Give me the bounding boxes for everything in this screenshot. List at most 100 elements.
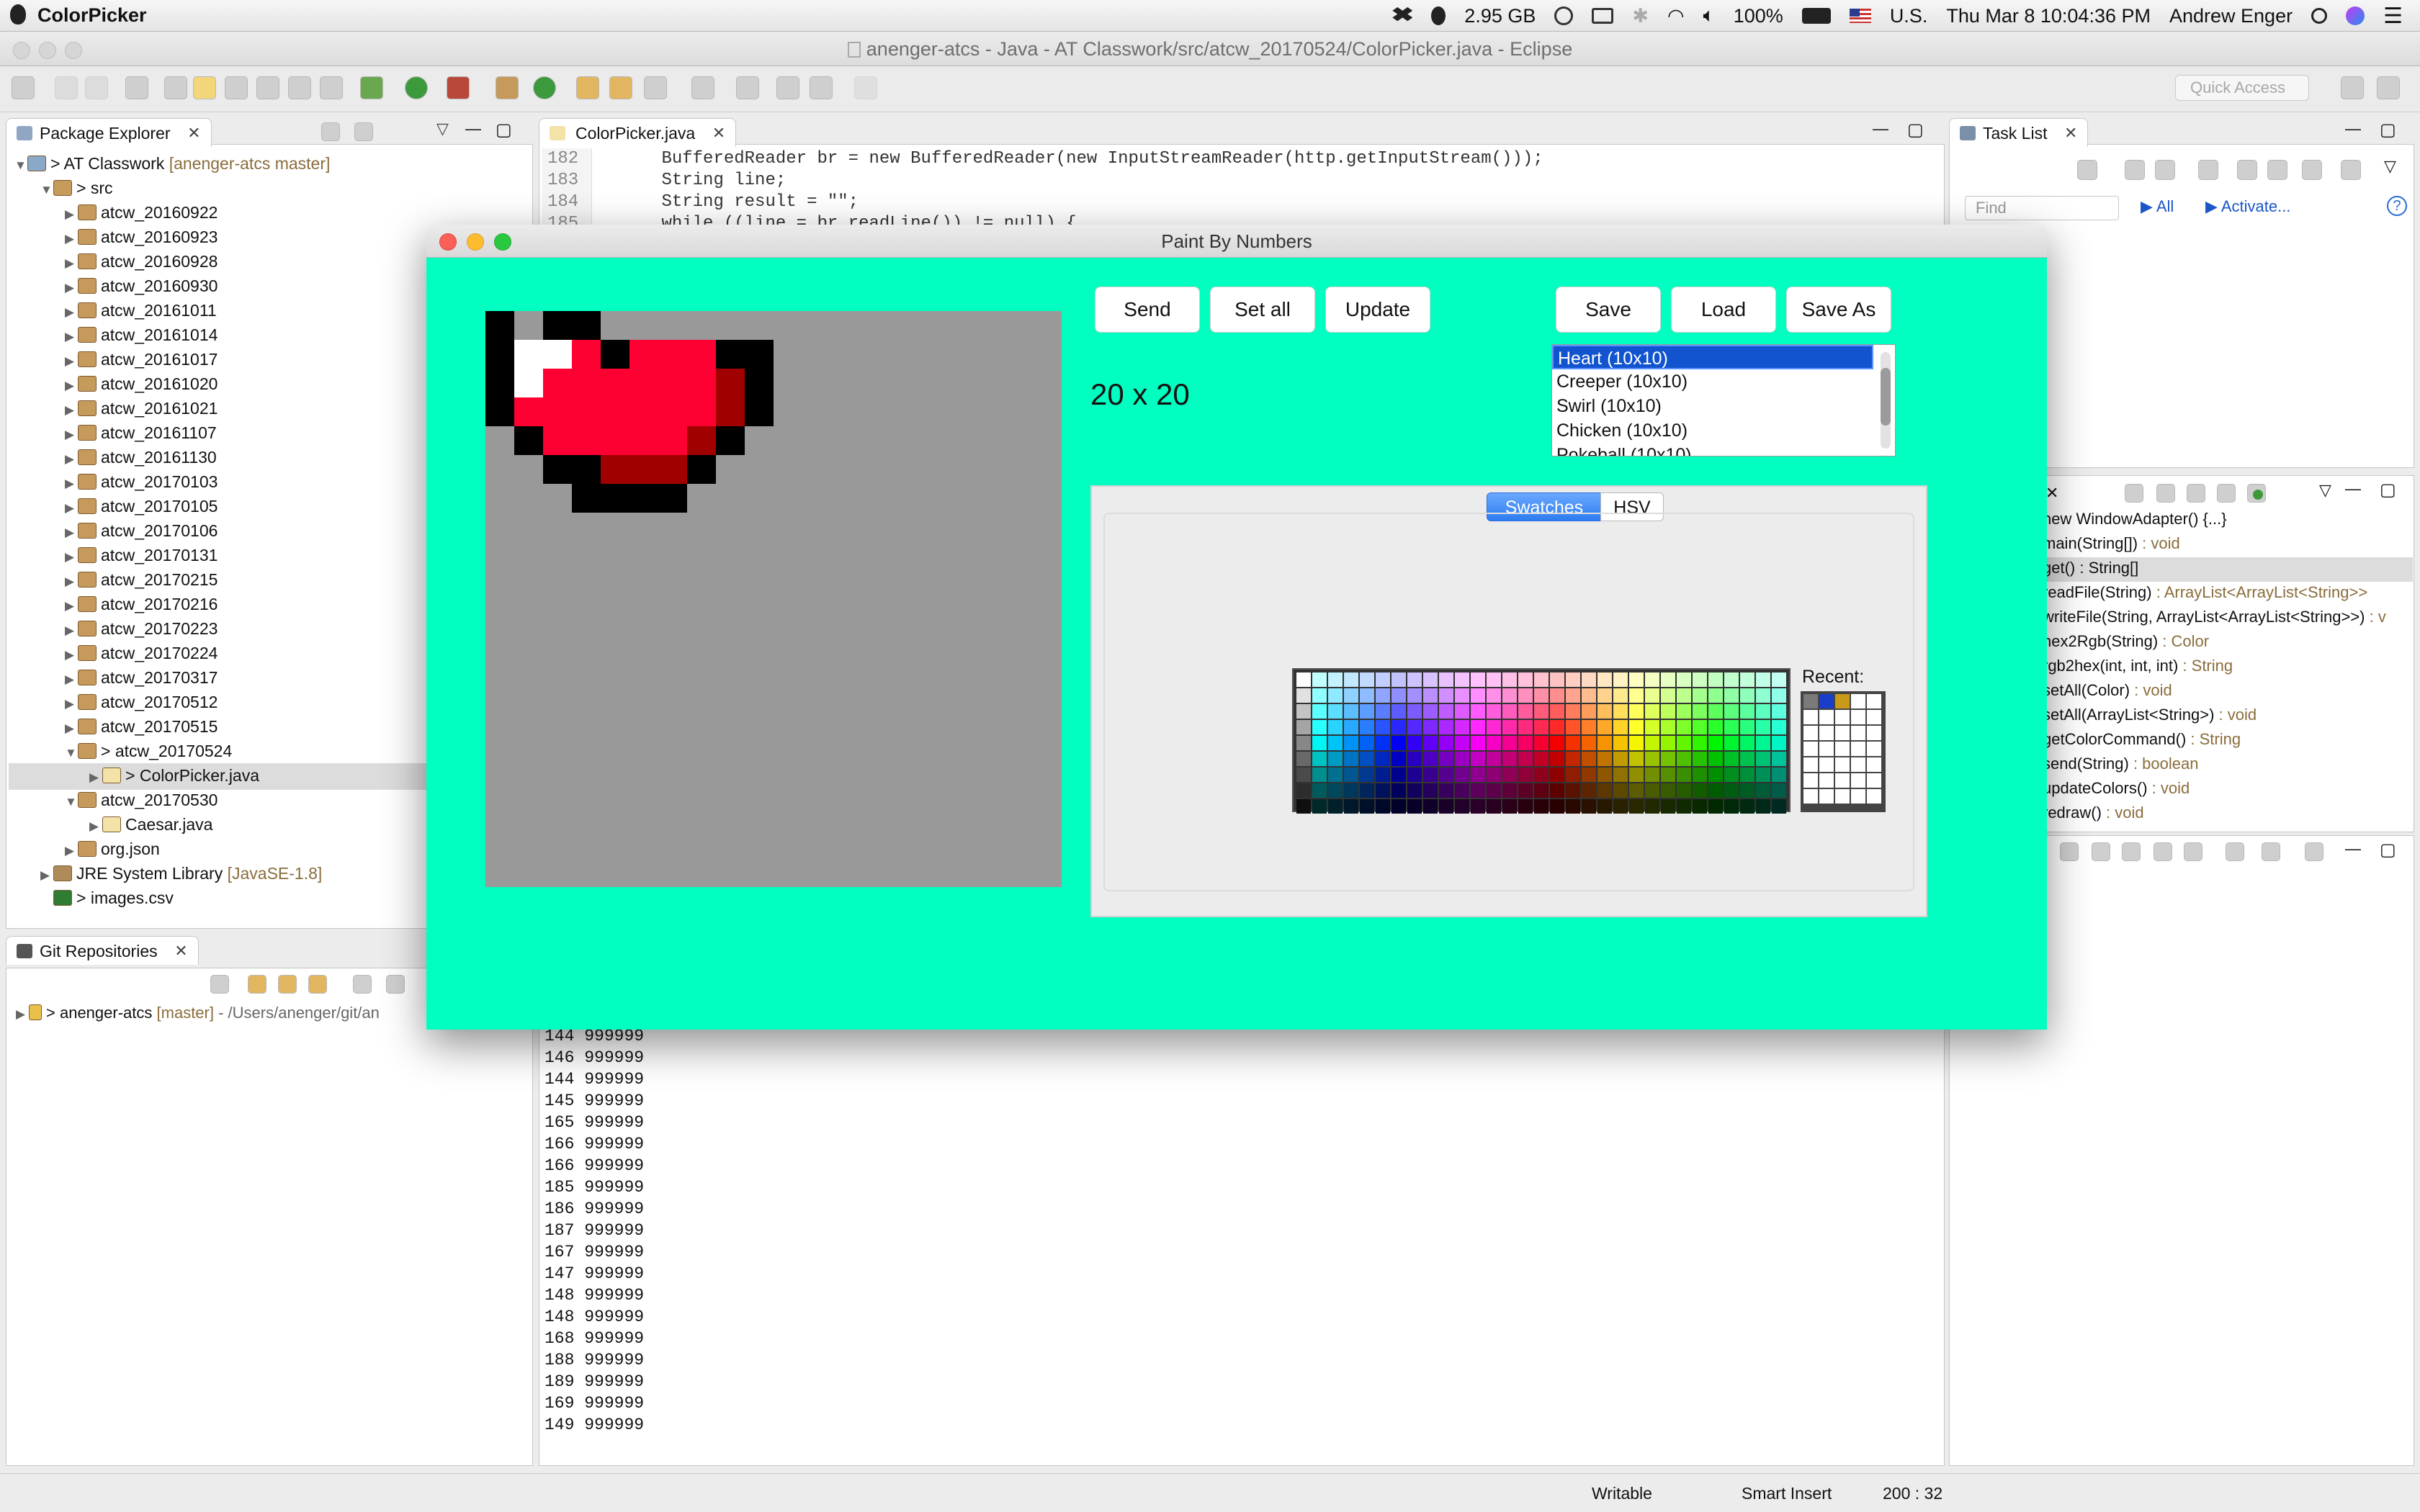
pixel-cell[interactable] xyxy=(975,311,1004,340)
pixel-cell[interactable] xyxy=(831,657,860,685)
color-swatch[interactable] xyxy=(1597,752,1612,766)
color-swatch[interactable] xyxy=(1328,768,1343,782)
outline-item[interactable]: rgb2hex(int, int, int) : String xyxy=(2043,654,2386,678)
color-swatch[interactable] xyxy=(1582,736,1596,750)
color-swatch[interactable] xyxy=(1597,704,1612,719)
pixel-cell[interactable] xyxy=(1033,340,1062,369)
bluetooth-icon[interactable]: ✱ xyxy=(1632,5,1649,27)
pixel-cell[interactable] xyxy=(1004,628,1033,657)
color-swatch[interactable] xyxy=(1693,752,1707,766)
skip-breakpoints-icon[interactable] xyxy=(125,76,148,99)
pixel-cell[interactable] xyxy=(860,541,889,570)
color-swatch[interactable] xyxy=(1756,736,1770,750)
color-swatch[interactable] xyxy=(1613,783,1628,798)
color-swatch[interactable] xyxy=(1756,688,1770,703)
pixel-cell[interactable] xyxy=(975,397,1004,426)
pixel-cell[interactable] xyxy=(745,570,774,599)
pixel-cell[interactable] xyxy=(745,484,774,513)
pixel-cell[interactable] xyxy=(543,397,572,426)
pixel-cell[interactable] xyxy=(774,426,802,455)
code-line[interactable]: 182 BufferedReader br = new BufferedRead… xyxy=(547,148,1543,170)
color-swatch[interactable] xyxy=(1582,720,1596,734)
color-swatch[interactable] xyxy=(1296,799,1311,814)
color-swatch[interactable] xyxy=(1772,704,1786,719)
pixel-cell[interactable] xyxy=(860,801,889,829)
recent-swatch[interactable] xyxy=(1835,710,1850,724)
input-source[interactable]: U.S. xyxy=(1890,5,1928,27)
color-swatch[interactable] xyxy=(1724,688,1739,703)
image-list-item[interactable]: Heart (10x10) xyxy=(1552,345,1873,369)
pixel-cell[interactable] xyxy=(1033,714,1062,743)
color-swatch[interactable] xyxy=(1487,799,1501,814)
pixel-cell[interactable] xyxy=(802,311,831,340)
color-swatch[interactable] xyxy=(1645,752,1659,766)
save-icon[interactable] xyxy=(55,76,78,99)
new-task-icon[interactable] xyxy=(2077,160,2097,180)
pixel-cell[interactable] xyxy=(543,628,572,657)
minimize-editor-icon[interactable]: — xyxy=(1873,120,1888,138)
pixel-cell[interactable] xyxy=(687,829,716,858)
maximize-view-icon[interactable]: ▢ xyxy=(2380,120,2396,140)
image-list-item[interactable]: Pokeball (10x10) xyxy=(1552,443,1873,456)
color-swatch[interactable] xyxy=(1772,783,1786,798)
pixel-cell[interactable] xyxy=(946,801,975,829)
open-task-icon[interactable] xyxy=(609,76,632,99)
update-button[interactable]: Update xyxy=(1325,287,1430,333)
pixel-cell[interactable] xyxy=(860,311,889,340)
task-find-field[interactable]: Find xyxy=(1965,196,2119,220)
pixel-cell[interactable] xyxy=(572,311,601,340)
pixel-cell[interactable] xyxy=(889,801,918,829)
pixel-cell[interactable] xyxy=(716,397,745,426)
pixel-cell[interactable] xyxy=(889,829,918,858)
project-item[interactable]: ▼ > AT Classwork [anenger-atcs master] xyxy=(14,151,330,178)
pixel-cell[interactable] xyxy=(774,801,802,829)
pixel-cell[interactable] xyxy=(802,829,831,858)
pixel-cell[interactable] xyxy=(572,801,601,829)
color-swatch[interactable] xyxy=(1328,783,1343,798)
color-swatch[interactable] xyxy=(1392,736,1406,750)
pixel-cell[interactable] xyxy=(658,570,687,599)
color-swatch[interactable] xyxy=(1677,672,1691,687)
pixel-cell[interactable] xyxy=(543,657,572,685)
pixel-cell[interactable] xyxy=(975,772,1004,801)
pixel-cell[interactable] xyxy=(485,340,514,369)
maximize-view-icon[interactable]: ▢ xyxy=(2380,840,2396,860)
collapse-all-icon[interactable] xyxy=(2302,160,2322,180)
expand-icon[interactable]: ▶ xyxy=(65,300,78,325)
pixel-cell[interactable] xyxy=(946,772,975,801)
pixel-cell[interactable] xyxy=(658,340,687,369)
color-swatch[interactable] xyxy=(1645,688,1659,703)
pixel-cell[interactable] xyxy=(485,484,514,513)
color-swatch[interactable] xyxy=(1756,783,1770,798)
color-swatch[interactable] xyxy=(1613,752,1628,766)
pixel-cell[interactable] xyxy=(601,657,629,685)
send-button[interactable]: Send xyxy=(1095,287,1200,333)
pixel-cell[interactable] xyxy=(802,628,831,657)
pixel-cell[interactable] xyxy=(485,801,514,829)
pixel-cell[interactable] xyxy=(946,340,975,369)
package-item[interactable]: ▶ org.json xyxy=(65,837,160,863)
color-swatch[interactable] xyxy=(1439,768,1453,782)
color-swatch[interactable] xyxy=(1756,752,1770,766)
pixel-cell[interactable] xyxy=(860,455,889,484)
sort-icon[interactable] xyxy=(2156,484,2175,503)
pixel-cell[interactable] xyxy=(831,858,860,887)
pixel-cell[interactable] xyxy=(543,340,572,369)
pixel-cell[interactable] xyxy=(918,397,946,426)
external-tools-icon[interactable] xyxy=(447,76,470,99)
pixel-cell[interactable] xyxy=(802,484,831,513)
color-swatch[interactable] xyxy=(1629,720,1644,734)
pixel-cell[interactable] xyxy=(572,858,601,887)
flag-icon[interactable] xyxy=(1849,9,1871,23)
color-swatch[interactable] xyxy=(1566,688,1580,703)
package-item[interactable]: ▶ atcw_20160930 xyxy=(65,274,218,300)
recent-swatch[interactable] xyxy=(1819,757,1834,772)
pixel-cell[interactable] xyxy=(889,685,918,714)
color-swatch[interactable] xyxy=(1471,672,1485,687)
pixel-cell[interactable] xyxy=(1004,484,1033,513)
color-swatch[interactable] xyxy=(1312,768,1327,782)
package-item[interactable]: ▶ atcw_20170317 xyxy=(65,665,218,692)
pixel-cell[interactable] xyxy=(687,685,716,714)
pixel-cell[interactable] xyxy=(774,513,802,541)
pixel-cell[interactable] xyxy=(889,858,918,887)
